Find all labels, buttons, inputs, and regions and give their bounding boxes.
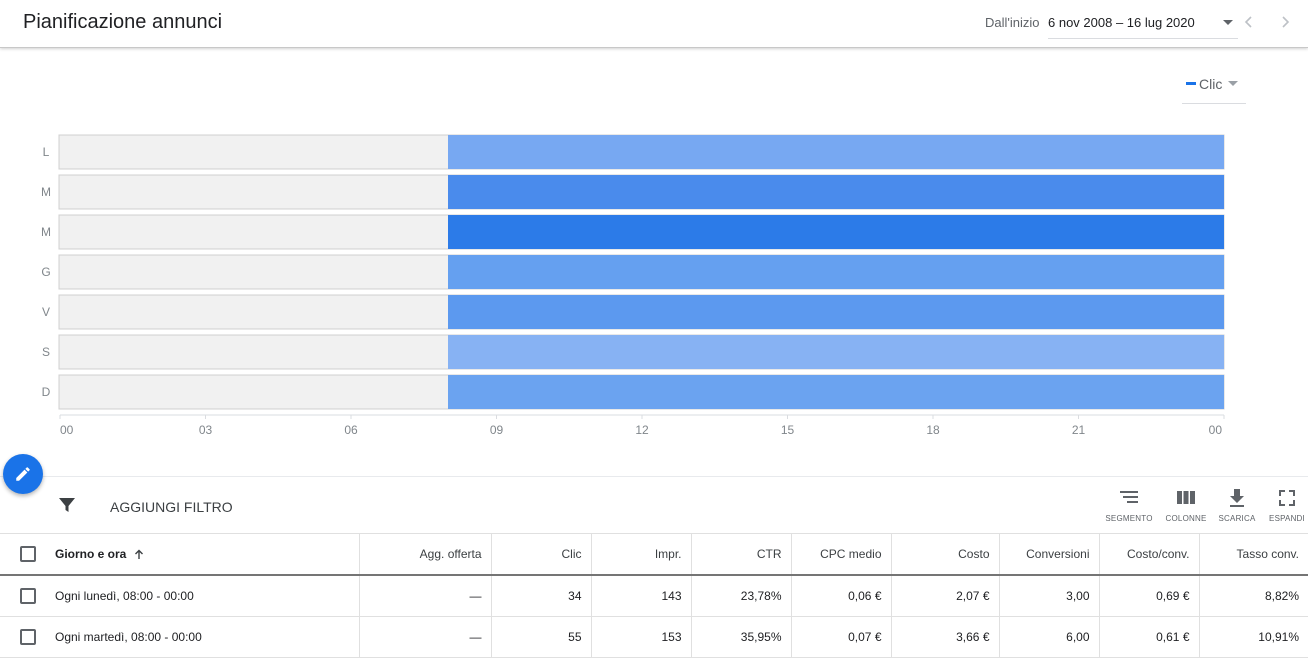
day-row-label: V	[42, 305, 50, 319]
x-axis-tick-label: 15	[781, 423, 795, 437]
heatmap-cell-active	[448, 135, 1224, 169]
columns-button[interactable]: COLONNE	[1158, 488, 1214, 528]
column-header-conv-rate[interactable]: Tasso conv.	[1199, 534, 1308, 576]
date-range-selector[interactable]: 6 nov 2008 – 16 lug 2020	[1048, 7, 1238, 39]
date-range-value: 6 nov 2008 – 16 lug 2020	[1048, 15, 1195, 30]
column-header-conversions[interactable]: Conversioni	[999, 534, 1100, 576]
cell-cost: 3,66 €	[891, 616, 1000, 658]
cell-ctr: 23,78%	[691, 575, 792, 617]
day-row-label: G	[41, 265, 50, 279]
cell-cost-per-conv: 0,69 €	[1099, 575, 1200, 617]
section-divider	[0, 476, 1308, 477]
heatmap-cell-active	[448, 255, 1224, 289]
column-header-day-time[interactable]: Giorno e ora	[55, 534, 360, 576]
chevron-down-icon	[1228, 81, 1238, 86]
cell-ctr: 35,95%	[691, 616, 792, 658]
day-row-label: M	[41, 225, 51, 239]
expand-label: ESPANDI	[1269, 514, 1305, 523]
chevron-down-icon	[1223, 20, 1233, 25]
page-title: Pianificazione annunci	[23, 11, 223, 33]
heatmap-cell-active	[448, 215, 1224, 249]
app-header: Pianificazione annunci Dall'inizio 6 nov…	[0, 0, 1308, 48]
x-axis-tick-label: 06	[344, 423, 358, 437]
column-header-cost[interactable]: Costo	[891, 534, 1000, 576]
cell-bid-adj[interactable]: —	[359, 616, 492, 658]
column-header-bid-adj[interactable]: Agg. offerta	[359, 534, 492, 576]
next-period-button[interactable]	[1276, 12, 1294, 32]
x-axis-tick-label: 00	[60, 423, 74, 437]
table-header-row: Giorno e ora Agg. offerta Clic Impr. CTR…	[0, 534, 1308, 576]
select-all-cell	[0, 534, 55, 576]
heatmap-cell-active	[448, 175, 1224, 209]
row-checkbox[interactable]	[19, 588, 36, 604]
ad-schedule-heatmap: L M M G V S D 00 03 06 09 12 15 18 21 00	[41, 134, 1225, 437]
cell-clicks: 34	[491, 575, 592, 617]
expand-button[interactable]: ESPANDI	[1259, 488, 1308, 528]
date-range-prefix: Dall'inizio	[985, 15, 1040, 30]
schedule-table: Giorno e ora Agg. offerta Clic Impr. CTR…	[0, 534, 1308, 658]
table-row: Ogni lunedì, 08:00 - 00:00 — 34 143 23,7…	[0, 575, 1308, 617]
edit-schedule-button[interactable]	[3, 454, 43, 494]
x-axis-tick-label: 03	[199, 423, 213, 437]
column-header-ctr[interactable]: CTR	[691, 534, 792, 576]
metric-color-swatch	[1186, 82, 1196, 85]
column-header-clicks[interactable]: Clic	[491, 534, 592, 576]
add-filter-button[interactable]: AGGIUNGI FILTRO	[110, 499, 233, 515]
column-header-cost-per-conv[interactable]: Costo/conv.	[1099, 534, 1200, 576]
filter-icon[interactable]	[57, 496, 77, 519]
chevron-right-icon	[1282, 16, 1290, 28]
cell-conversions: 3,00	[999, 575, 1100, 617]
download-icon	[1230, 489, 1244, 507]
cell-day-time: Ogni lunedì, 08:00 - 00:00	[55, 575, 360, 617]
heatmap-cell-active	[448, 295, 1224, 329]
cell-avg-cpc: 0,06 €	[791, 575, 892, 617]
segment-label: SEGMENTO	[1105, 514, 1153, 523]
segment-icon	[1120, 491, 1138, 503]
x-axis-tick-label: 21	[1072, 423, 1086, 437]
heatmap-cell-active	[448, 375, 1224, 409]
metric-selector[interactable]: Clic	[1182, 70, 1246, 104]
row-select-cell	[0, 575, 55, 617]
cell-avg-cpc: 0,07 €	[791, 616, 892, 658]
table-row: Ogni martedì, 08:00 - 00:00 — 55 153 35,…	[0, 616, 1308, 658]
pencil-icon	[16, 467, 30, 481]
select-all-checkbox[interactable]	[19, 546, 36, 562]
x-axis-tick-label: 12	[635, 423, 649, 437]
download-label: SCARICA	[1218, 514, 1256, 523]
cell-day-time: Ogni martedì, 08:00 - 00:00	[55, 616, 360, 658]
cell-conv-rate: 10,91%	[1199, 616, 1308, 658]
day-row-label: M	[41, 185, 51, 199]
chevron-left-icon	[1244, 16, 1252, 28]
cell-bid-adj[interactable]: —	[359, 575, 492, 617]
day-row-label: D	[42, 385, 51, 399]
cell-conv-rate: 8,82%	[1199, 575, 1308, 617]
row-checkbox[interactable]	[19, 629, 36, 645]
x-axis-tick-label: 09	[490, 423, 504, 437]
cell-impressions: 153	[591, 616, 692, 658]
day-row-label: S	[42, 345, 50, 359]
sort-ascending-icon	[135, 549, 144, 560]
heatmap-cell-active	[448, 335, 1224, 369]
columns-label: COLONNE	[1165, 514, 1207, 523]
column-header-avg-cpc[interactable]: CPC medio	[791, 534, 892, 576]
cell-conversions: 6,00	[999, 616, 1100, 658]
x-axis-tick-label: 00	[1209, 423, 1223, 437]
download-button[interactable]: SCARICA	[1209, 488, 1265, 528]
segment-button[interactable]: SEGMENTO	[1101, 488, 1157, 528]
cell-cost: 2,07 €	[891, 575, 1000, 617]
fullscreen-icon	[1279, 490, 1295, 506]
column-header-impressions[interactable]: Impr.	[591, 534, 692, 576]
cell-impressions: 143	[591, 575, 692, 617]
cell-cost-per-conv: 0,61 €	[1099, 616, 1200, 658]
day-row-label: L	[43, 145, 50, 159]
previous-period-button[interactable]	[1240, 12, 1258, 32]
row-select-cell	[0, 616, 55, 658]
cell-clicks: 55	[491, 616, 592, 658]
metric-selector-label: Clic	[1199, 76, 1223, 92]
columns-icon	[1177, 491, 1195, 504]
x-axis-tick-label: 18	[926, 423, 940, 437]
